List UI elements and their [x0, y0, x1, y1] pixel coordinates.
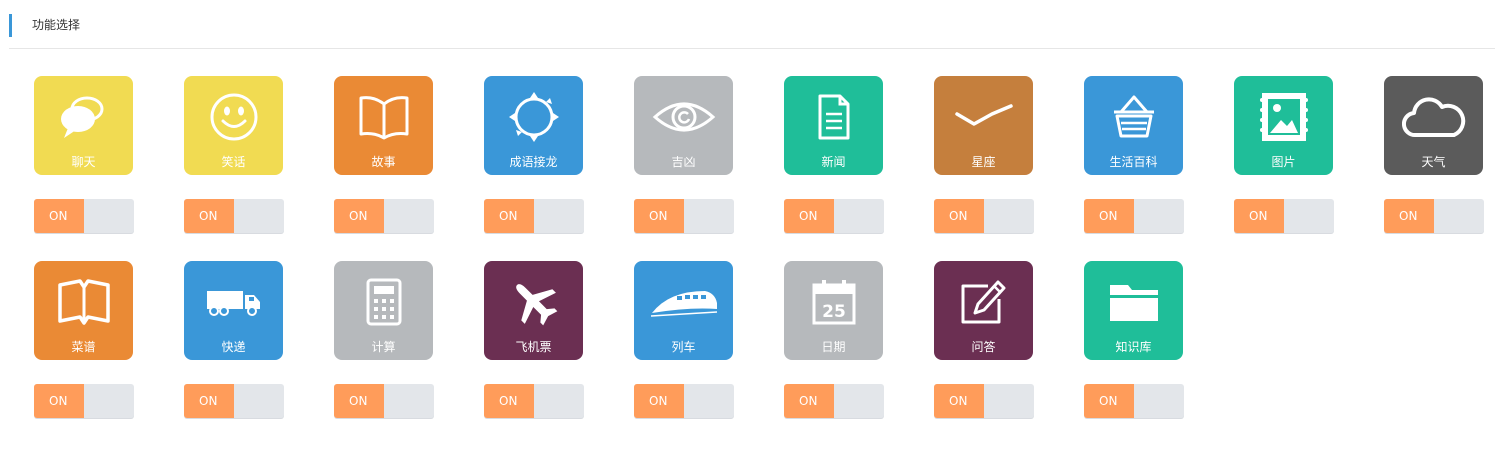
feature-toggle-life-encyclopedia[interactable]: ON	[1084, 199, 1184, 233]
calendar-icon: 25	[784, 271, 883, 333]
airplane-icon	[484, 271, 583, 333]
feature-label: 知识库	[1115, 340, 1152, 354]
feature-tile-joke[interactable]: 笑话	[184, 76, 283, 175]
feature-label: 成语接龙	[509, 155, 558, 169]
feature-label: 生活百科	[1109, 155, 1158, 169]
feature-toggle-joke[interactable]: ON	[184, 199, 284, 233]
feature-label: 故事	[371, 155, 396, 169]
feature-toggle-idiom-chain[interactable]: ON	[484, 199, 584, 233]
feature-toggle-qa[interactable]: ON	[934, 384, 1034, 418]
feature-label: 菜谱	[71, 340, 96, 354]
feature-label: 计算	[371, 340, 396, 354]
toggle-on-label: ON	[1084, 384, 1134, 418]
calendar-number: 25	[822, 302, 846, 322]
toggle-on-label: ON	[634, 199, 684, 233]
feature-tile-chat[interactable]: 聊天	[34, 76, 133, 175]
eye-icon	[634, 86, 733, 148]
feature-label: 列车	[671, 340, 696, 354]
basket-icon	[1084, 86, 1183, 148]
feature-toggle-train[interactable]: ON	[634, 384, 734, 418]
feature-tile-qa[interactable]: 问答	[934, 261, 1033, 360]
feature-label: 天气	[1421, 155, 1446, 169]
calculator-icon	[334, 271, 433, 333]
feature-toggle-date[interactable]: ON	[784, 384, 884, 418]
toggle-on-label: ON	[784, 199, 834, 233]
feature-toggle-flight-tickets[interactable]: ON	[484, 384, 584, 418]
feature-toggle-chat[interactable]: ON	[34, 199, 134, 233]
feature-tile-story[interactable]: 故事	[334, 76, 433, 175]
feature-toggle-fortune[interactable]: ON	[634, 199, 734, 233]
toggle-on-label: ON	[484, 199, 534, 233]
feature-tile-knowledge-base[interactable]: 知识库	[1084, 261, 1183, 360]
toggle-on-label: ON	[484, 384, 534, 418]
feature-label: 日期	[821, 340, 846, 354]
feature-tile-recipes[interactable]: 菜谱	[34, 261, 133, 360]
toggle-on-label: ON	[1384, 199, 1434, 233]
feature-toggle-story[interactable]: ON	[334, 199, 434, 233]
feature-toggle-horoscope[interactable]: ON	[934, 199, 1034, 233]
toggle-on-label: ON	[34, 199, 84, 233]
feature-toggle-pictures[interactable]: ON	[1234, 199, 1334, 233]
feature-label: 问答	[971, 340, 996, 354]
cloud-icon	[1384, 86, 1483, 148]
feature-label: 图片	[1271, 155, 1296, 169]
feature-tile-horoscope[interactable]: 星座	[934, 76, 1033, 175]
toggle-on-label: ON	[334, 199, 384, 233]
feature-tile-flight-tickets[interactable]: 飞机票	[484, 261, 583, 360]
feature-tile-fortune[interactable]: 吉凶	[634, 76, 733, 175]
toggle-on-label: ON	[634, 384, 684, 418]
chat-bubbles-icon	[34, 86, 133, 148]
toggle-on-label: ON	[934, 384, 984, 418]
feature-tile-train[interactable]: 列车	[634, 261, 733, 360]
edit-pencil-icon	[934, 271, 1033, 333]
section-header: 功能选择	[9, 13, 1495, 49]
folder-icon	[1084, 271, 1183, 333]
zigzag-line-icon	[934, 86, 1033, 148]
feature-toggle-news[interactable]: ON	[784, 199, 884, 233]
section-title: 功能选择	[32, 18, 81, 32]
feature-toggle-calculator[interactable]: ON	[334, 384, 434, 418]
feature-toggle-weather[interactable]: ON	[1384, 199, 1484, 233]
feature-label: 吉凶	[671, 155, 696, 169]
feature-label: 笑话	[221, 155, 246, 169]
feature-label: 快递	[221, 340, 246, 354]
book-outline-icon	[34, 271, 133, 333]
toggle-on-label: ON	[934, 199, 984, 233]
toggle-on-label: ON	[1234, 199, 1284, 233]
train-icon	[634, 271, 733, 333]
toggle-on-label: ON	[34, 384, 84, 418]
feature-tile-life-encyclopedia[interactable]: 生活百科	[1084, 76, 1183, 175]
truck-icon	[184, 271, 283, 333]
toggle-on-label: ON	[1084, 199, 1134, 233]
feature-tile-idiom-chain[interactable]: 成语接龙	[484, 76, 583, 175]
feature-label: 飞机票	[515, 340, 552, 354]
feature-tile-date[interactable]: 25 日期	[784, 261, 883, 360]
feature-toggle-recipes[interactable]: ON	[34, 384, 134, 418]
toggle-on-label: ON	[334, 384, 384, 418]
feature-tile-news[interactable]: 新闻	[784, 76, 883, 175]
open-book-icon	[334, 86, 433, 148]
feature-tile-pictures[interactable]: 图片	[1234, 76, 1333, 175]
feature-label: 新闻	[821, 155, 846, 169]
document-icon	[784, 86, 883, 148]
toggle-on-label: ON	[184, 199, 234, 233]
smiley-icon	[184, 86, 283, 148]
feature-label: 星座	[971, 155, 996, 169]
feature-toggle-express[interactable]: ON	[184, 384, 284, 418]
toggle-on-label: ON	[784, 384, 834, 418]
feature-toggle-knowledge-base[interactable]: ON	[1084, 384, 1184, 418]
toggle-on-label: ON	[184, 384, 234, 418]
header-accent-bar	[9, 14, 12, 37]
feature-tile-calculator[interactable]: 计算	[334, 261, 433, 360]
circle-arrows-icon	[484, 86, 583, 148]
feature-tile-weather[interactable]: 天气	[1384, 76, 1483, 175]
feature-tile-express[interactable]: 快递	[184, 261, 283, 360]
feature-label: 聊天	[71, 155, 96, 169]
picture-stamp-icon	[1234, 86, 1333, 148]
